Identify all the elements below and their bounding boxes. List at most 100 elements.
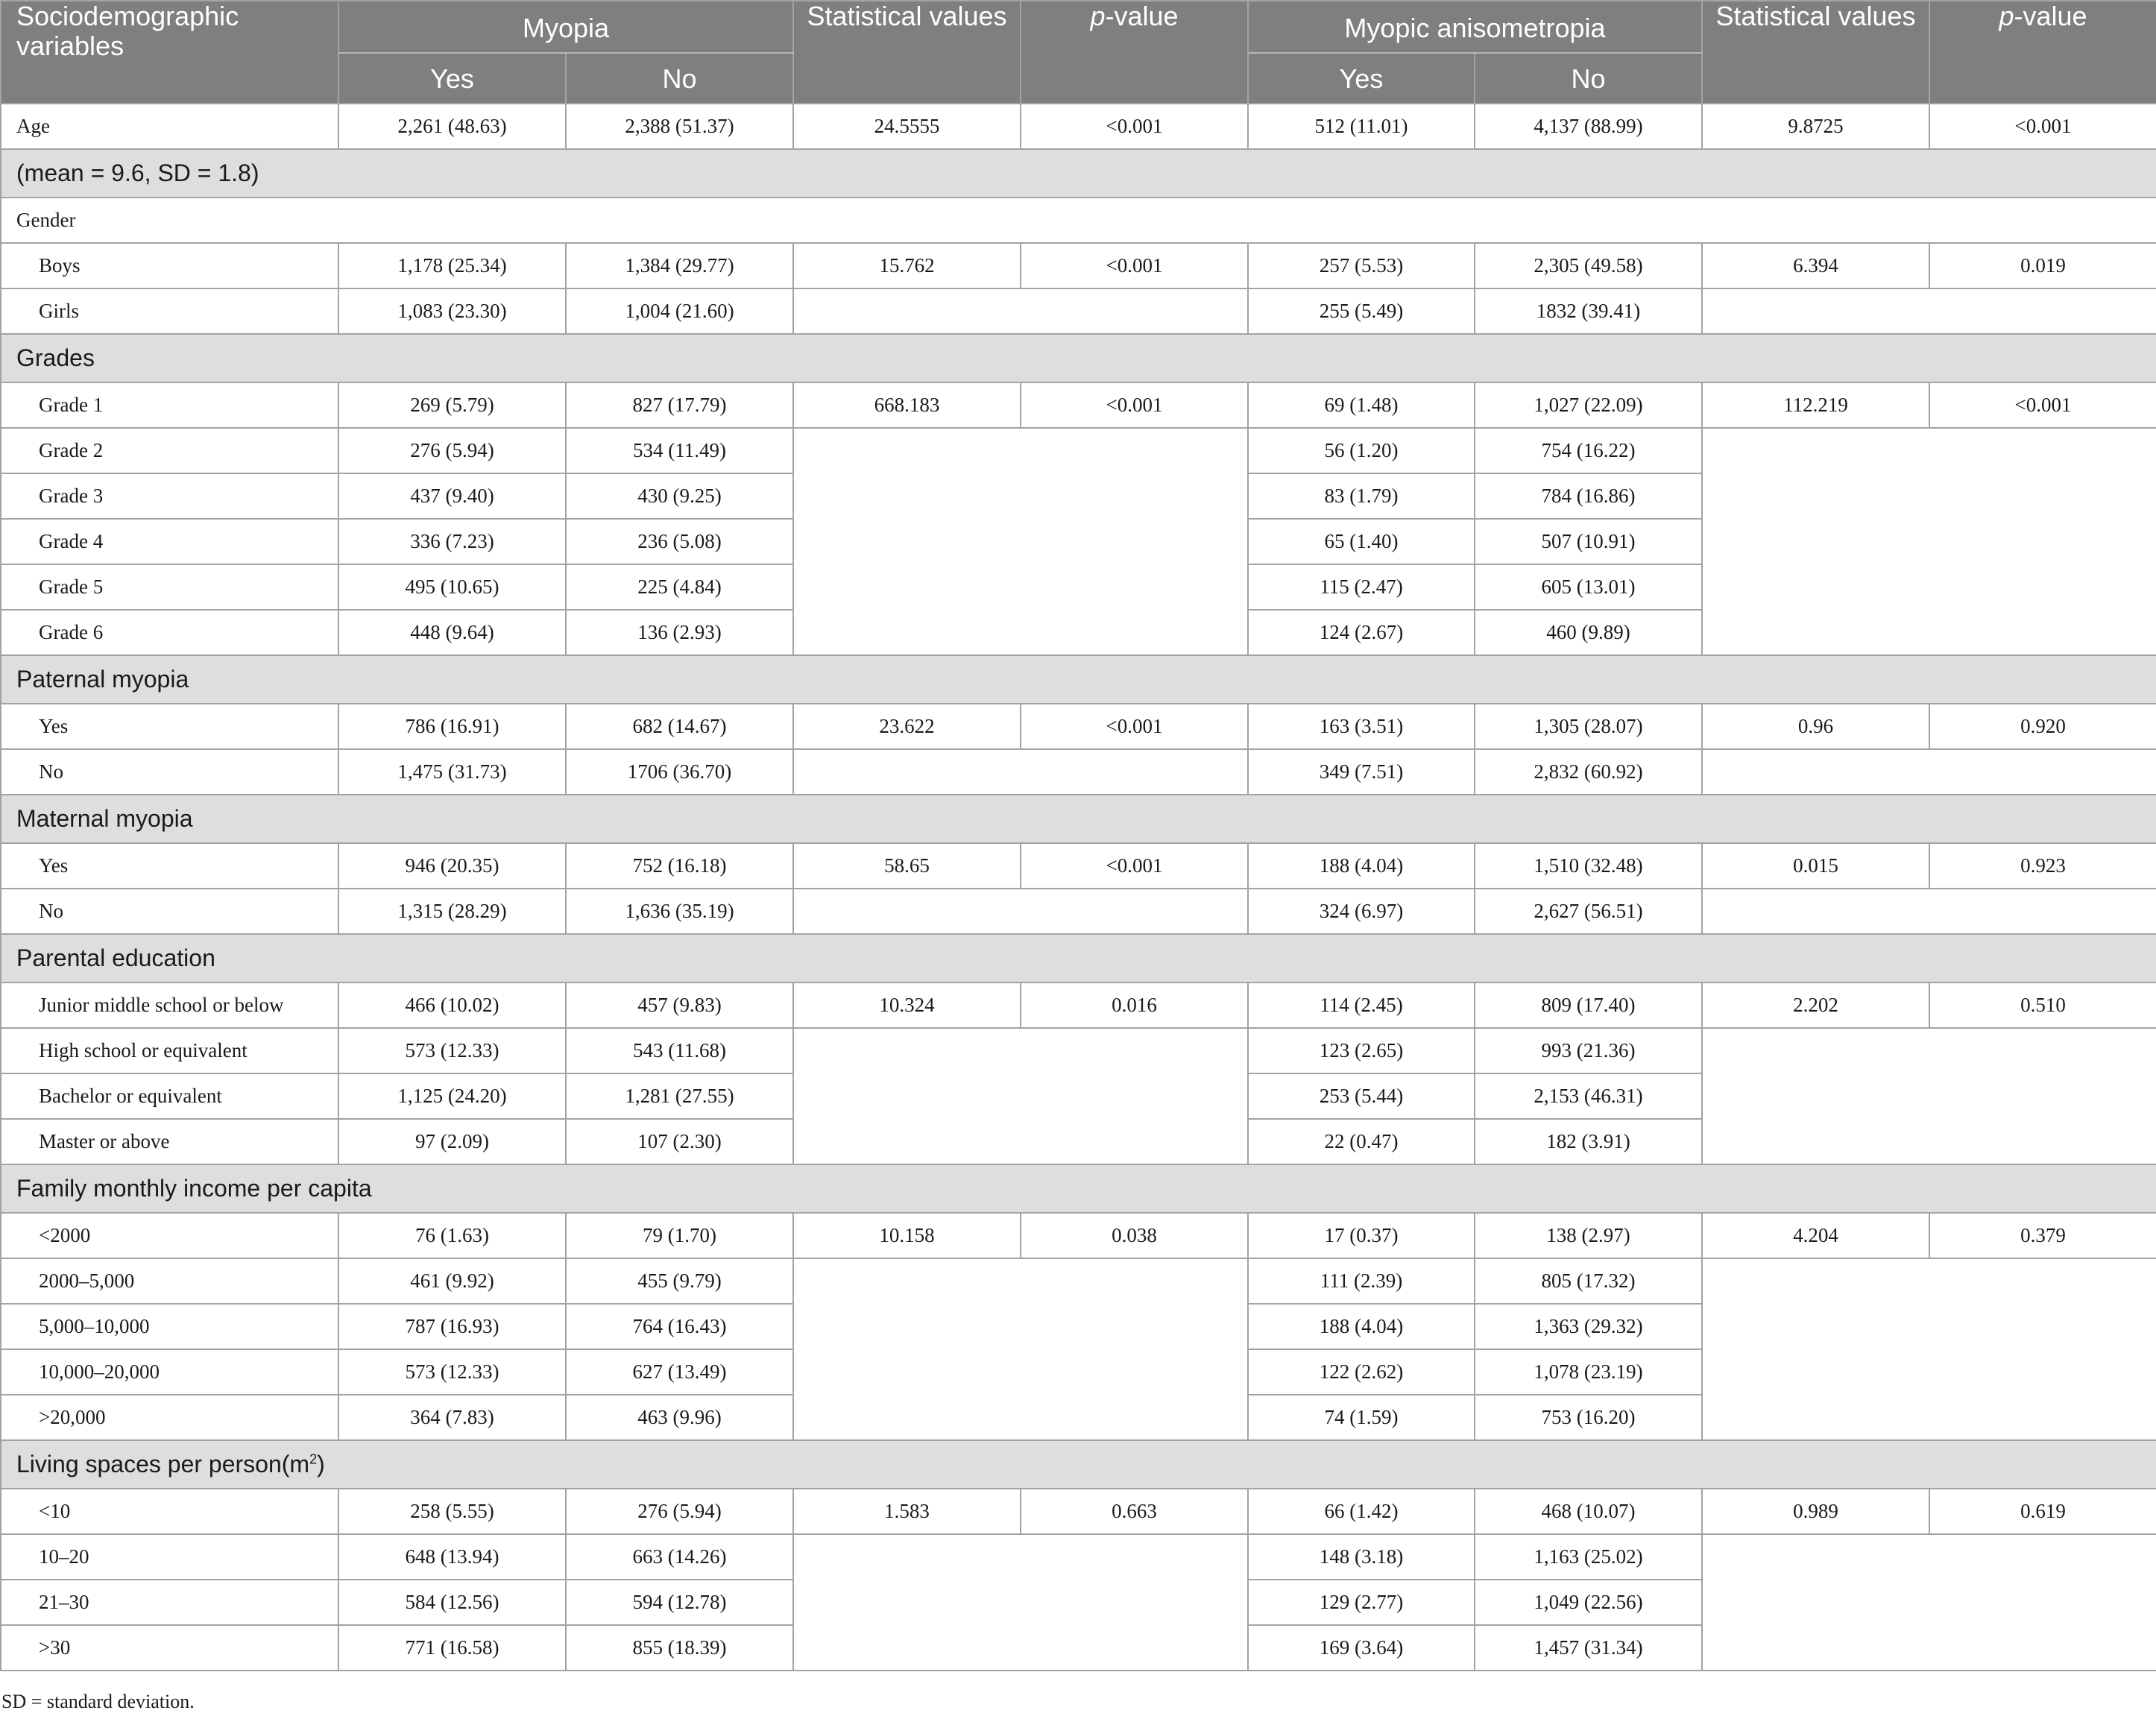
cell: 4,137 (88.99) [1474, 103, 1703, 150]
cell: 1,163 (25.02) [1474, 1533, 1703, 1580]
cell: 129 (2.77) [1247, 1579, 1475, 1626]
cell: 430 (9.25) [565, 473, 794, 520]
cell: 1,178 (25.34) [338, 242, 567, 289]
cell: 1706 (36.70) [565, 748, 794, 795]
row-label: Yes [0, 842, 339, 889]
cell: 1,083 (23.30) [338, 288, 567, 335]
row-label: <10 [0, 1488, 339, 1535]
age-note: (mean = 9.6, SD = 1.8) [0, 148, 2156, 198]
table-row: No 1,315 (28.29) 1,636 (35.19) 324 (6.97… [0, 888, 2156, 935]
section-label: Parental education [0, 933, 2156, 983]
table-row: 2000–5,000 461 (9.92) 455 (9.79) 111 (2.… [0, 1258, 2156, 1441]
cell: 17 (0.37) [1247, 1212, 1475, 1259]
cell: 1,457 (31.34) [1474, 1624, 1703, 1671]
row-label: No [0, 888, 339, 935]
cell: 138 (2.97) [1474, 1212, 1703, 1259]
cell: 4.204 [1701, 1212, 1930, 1259]
cell: 188 (4.04) [1247, 842, 1475, 889]
table-footnote: SD = standard deviation. [1, 1691, 195, 1712]
row-label: Grade 1 [0, 382, 339, 429]
row-label: Grade 2 [0, 427, 339, 474]
table-row: <2000 76 (1.63) 79 (1.70) 10.158 0.038 1… [0, 1212, 2156, 1259]
cell: 276 (5.94) [338, 427, 567, 474]
section-row: (mean = 9.6, SD = 1.8) [0, 148, 2156, 198]
cell: 1,049 (22.56) [1474, 1579, 1703, 1626]
cell: 65 (1.40) [1247, 518, 1475, 565]
cell: 787 (16.93) [338, 1303, 567, 1350]
section-label: Family monthly income per capita [0, 1164, 2156, 1214]
cell: 0.015 [1701, 842, 1930, 889]
cell: 115 (2.47) [1247, 564, 1475, 611]
cell: 56 (1.20) [1247, 427, 1475, 474]
cell: 336 (7.23) [338, 518, 567, 565]
empty-cell [1701, 1258, 2156, 1441]
cell: 258 (5.55) [338, 1488, 567, 1535]
row-label: Girls [0, 288, 339, 335]
cell: 663 (14.26) [565, 1533, 794, 1580]
row-label: >30 [0, 1624, 339, 1671]
cell: 276 (5.94) [565, 1488, 794, 1535]
cell: 1,004 (21.60) [565, 288, 794, 335]
cell: 946 (20.35) [338, 842, 567, 889]
cell: 2,832 (60.92) [1474, 748, 1703, 795]
empty-cell [1701, 427, 2156, 656]
cell: 0.923 [1929, 842, 2156, 889]
empty-cell [1701, 1533, 2156, 1671]
cell: 0.619 [1929, 1488, 2156, 1535]
cell: 6.394 [1701, 242, 1930, 289]
row-label: Junior middle school or below [0, 982, 339, 1029]
p-italic: p [1090, 1, 1106, 31]
cell: 253 (5.44) [1247, 1073, 1475, 1120]
gender-label: Gender [0, 197, 2156, 244]
cell: 1,125 (24.20) [338, 1073, 567, 1120]
cell: 1,305 (28.07) [1474, 703, 1703, 750]
header-aniso-yes: Yes [1247, 52, 1475, 104]
cell: <0.001 [1020, 842, 1249, 889]
cell: 1.583 [792, 1488, 1021, 1535]
cell: 10.324 [792, 982, 1021, 1029]
cell: 786 (16.91) [338, 703, 567, 750]
cell: 573 (12.33) [338, 1349, 567, 1395]
empty-cell [1701, 888, 2156, 935]
table-row: Grade 2 276 (5.94) 534 (11.49) 56 (1.20)… [0, 427, 2156, 656]
cell: 22 (0.47) [1247, 1118, 1475, 1165]
cell: 543 (11.68) [565, 1027, 794, 1074]
cell: 627 (13.49) [565, 1349, 794, 1395]
section-row: Parental education [0, 933, 2156, 983]
section-label: Living spaces per person(m2) [0, 1439, 2156, 1489]
cell: 805 (17.32) [1474, 1258, 1703, 1305]
cell: 111 (2.39) [1247, 1258, 1475, 1305]
header-p-aniso: p-value [1929, 0, 2156, 104]
cell: 23.622 [792, 703, 1021, 750]
p-rest: -value [2014, 1, 2087, 31]
cell: 463 (9.96) [565, 1394, 794, 1441]
empty-cell [1701, 748, 2156, 795]
row-label: Yes [0, 703, 339, 750]
empty-cell [792, 1258, 1249, 1441]
cell: 1,475 (31.73) [338, 748, 567, 795]
header-myopia: Myopia [338, 0, 794, 54]
table-row: No 1,475 (31.73) 1706 (36.70) 349 (7.51)… [0, 748, 2156, 795]
empty-cell [792, 427, 1249, 656]
cell: 507 (10.91) [1474, 518, 1703, 565]
cell: 1832 (39.41) [1474, 288, 1703, 335]
cell: 163 (3.51) [1247, 703, 1475, 750]
cell: 1,510 (32.48) [1474, 842, 1703, 889]
table-row: Gender [0, 197, 2156, 244]
cell: 0.038 [1020, 1212, 1249, 1259]
cell: 771 (16.58) [338, 1624, 567, 1671]
p-rest: -value [1105, 1, 1179, 31]
table-row: Yes 946 (20.35) 752 (16.18) 58.65 <0.001… [0, 842, 2156, 889]
cell: 123 (2.65) [1247, 1027, 1475, 1074]
cell: 0.96 [1701, 703, 1930, 750]
cell: 10.158 [792, 1212, 1021, 1259]
row-label: 5,000–10,000 [0, 1303, 339, 1350]
row-label: Master or above [0, 1118, 339, 1165]
header-myopia-no: No [565, 52, 794, 104]
cell: 2.202 [1701, 982, 1930, 1029]
table-body: Age 2,261 (48.63) 2,388 (51.37) 24.5555 … [0, 103, 2156, 1671]
cell: 2,261 (48.63) [338, 103, 567, 150]
cell: 0.663 [1020, 1488, 1249, 1535]
cell: 448 (9.64) [338, 609, 567, 656]
row-label: 10,000–20,000 [0, 1349, 339, 1395]
